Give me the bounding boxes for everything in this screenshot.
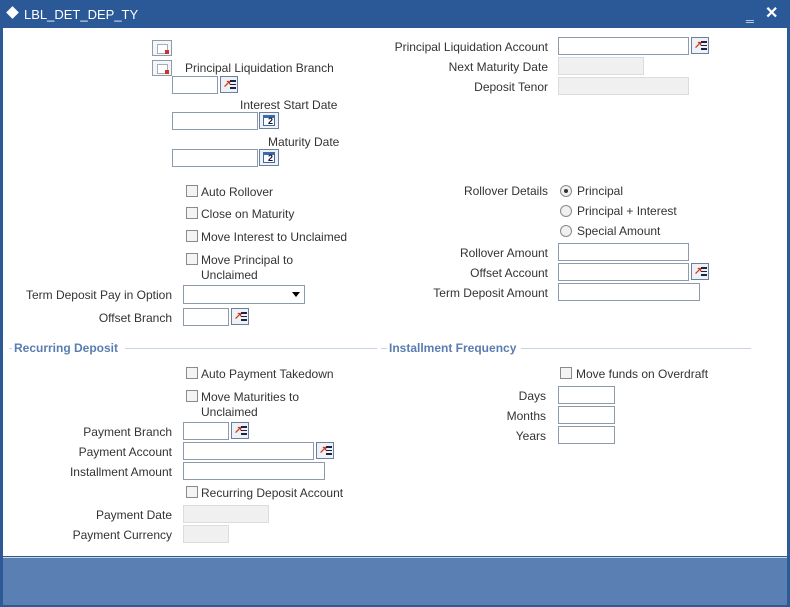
move-funds-on-overdraft-checkbox[interactable] xyxy=(560,367,572,379)
footer-bar xyxy=(3,557,787,605)
document-button-1[interactable] xyxy=(152,40,172,56)
close-icon[interactable]: ✕ xyxy=(765,3,778,23)
term-deposit-pay-in-option-select[interactable] xyxy=(183,285,305,304)
rollover-principal-interest-label: Principal + Interest xyxy=(577,204,677,218)
title-bar: LBL_DET_DEP_TY ‗ ✕ xyxy=(0,0,790,28)
recurring-deposit-account-label: Recurring Deposit Account xyxy=(201,486,344,500)
offset-branch-lov-icon[interactable]: ↗ xyxy=(231,308,249,325)
payment-branch-input[interactable] xyxy=(183,422,229,440)
principal-liquidation-branch-input[interactable] xyxy=(172,76,218,94)
installment-frequency-section-title: Installment Frequency xyxy=(389,341,517,355)
minimize-icon[interactable]: ‗ xyxy=(746,6,754,22)
rollover-details-label: Rollover Details xyxy=(463,184,548,198)
days-label: Days xyxy=(518,389,546,403)
move-maturities-unclaimed-label-line2: Unclaimed xyxy=(201,405,258,419)
rollover-principal-label: Principal xyxy=(577,184,624,198)
chevron-down-icon xyxy=(292,292,300,297)
close-on-maturity-label: Close on Maturity xyxy=(201,207,295,221)
payment-currency-input xyxy=(183,525,229,543)
maturity-date-input[interactable] xyxy=(172,149,258,167)
recurring-deposit-section-title: Recurring Deposit xyxy=(14,341,119,355)
months-input[interactable] xyxy=(558,406,615,424)
deposit-tenor-input xyxy=(558,77,689,95)
rollover-special-amount-label: Special Amount xyxy=(577,224,661,238)
principal-liquidation-branch-label: Principal Liquidation Branch xyxy=(185,61,334,75)
move-funds-on-overdraft-label: Move funds on Overdraft xyxy=(576,367,709,381)
section-divider xyxy=(9,348,12,349)
document-button-2[interactable] xyxy=(152,60,172,76)
term-deposit-amount-input[interactable] xyxy=(558,283,700,301)
maturity-date-label: Maturity Date xyxy=(268,135,340,149)
rollover-principal-radio[interactable] xyxy=(560,185,572,197)
move-interest-unclaimed-label: Move Interest to Unclaimed xyxy=(201,230,348,244)
rollover-special-amount-radio[interactable] xyxy=(560,225,572,237)
interest-start-date-calendar-icon[interactable]: 2 xyxy=(259,112,279,129)
auto-rollover-checkbox[interactable] xyxy=(186,185,198,197)
principal-liquidation-branch-lov-icon[interactable]: ↗ xyxy=(220,76,238,93)
term-deposit-amount-label: Term Deposit Amount xyxy=(433,286,548,300)
auto-payment-takedown-label: Auto Payment Takedown xyxy=(201,367,334,381)
payment-branch-label: Payment Branch xyxy=(83,425,172,439)
installment-amount-input[interactable] xyxy=(183,462,325,480)
payment-account-lov-icon[interactable]: ↗ xyxy=(316,442,334,459)
section-divider xyxy=(521,348,751,349)
days-input[interactable] xyxy=(558,386,615,404)
payment-account-label: Payment Account xyxy=(78,445,172,459)
offset-account-label: Offset Account xyxy=(470,266,548,280)
payment-date-input xyxy=(183,505,269,523)
section-divider xyxy=(381,348,387,349)
years-input[interactable] xyxy=(558,426,615,444)
form-content: Principal Liquidation Branch ↗ Interest … xyxy=(3,28,787,556)
move-maturities-unclaimed-label-line1: Move Maturities to xyxy=(201,390,300,404)
move-principal-unclaimed-label-line1: Move Principal to xyxy=(201,253,294,267)
deposit-tenor-label: Deposit Tenor xyxy=(474,80,548,94)
move-principal-unclaimed-label-line2: Unclaimed xyxy=(201,268,258,282)
principal-liquidation-account-input[interactable] xyxy=(558,37,689,55)
offset-account-lov-icon[interactable]: ↗ xyxy=(691,263,709,280)
window: LBL_DET_DEP_TY ‗ ✕ Principal Liquidation… xyxy=(0,0,790,607)
payment-branch-lov-icon[interactable]: ↗ xyxy=(231,422,249,439)
offset-branch-label: Offset Branch xyxy=(98,311,172,325)
maturity-date-calendar-icon[interactable]: 2 xyxy=(259,149,279,166)
rollover-amount-input[interactable] xyxy=(558,243,689,261)
months-label: Months xyxy=(506,409,546,423)
auto-payment-takedown-checkbox[interactable] xyxy=(186,367,198,379)
interest-start-date-input[interactable] xyxy=(172,112,258,130)
close-on-maturity-checkbox[interactable] xyxy=(186,207,198,219)
offset-branch-input[interactable] xyxy=(183,308,229,326)
window-diamond-icon xyxy=(6,6,19,19)
auto-rollover-label: Auto Rollover xyxy=(201,185,274,199)
recurring-deposit-account-checkbox[interactable] xyxy=(186,486,198,498)
principal-liquidation-account-label: Principal Liquidation Account xyxy=(394,40,548,54)
next-maturity-date-input xyxy=(558,57,644,75)
years-label: Years xyxy=(515,429,546,443)
window-title: LBL_DET_DEP_TY xyxy=(24,7,139,22)
section-divider xyxy=(125,348,377,349)
interest-start-date-label: Interest Start Date xyxy=(240,98,338,112)
move-principal-unclaimed-checkbox[interactable] xyxy=(186,253,198,265)
rollover-amount-label: Rollover Amount xyxy=(459,246,548,260)
payment-date-label: Payment Date xyxy=(95,508,172,522)
next-maturity-date-label: Next Maturity Date xyxy=(448,60,548,74)
payment-account-input[interactable] xyxy=(183,442,314,460)
installment-amount-label: Installment Amount xyxy=(69,465,172,479)
payment-currency-label: Payment Currency xyxy=(72,528,172,542)
term-deposit-pay-in-option-label: Term Deposit Pay in Option xyxy=(25,288,172,302)
principal-liquidation-account-lov-icon[interactable]: ↗ xyxy=(691,37,709,54)
move-maturities-unclaimed-checkbox[interactable] xyxy=(186,390,198,402)
offset-account-input[interactable] xyxy=(558,263,689,281)
rollover-principal-interest-radio[interactable] xyxy=(560,205,572,217)
move-interest-unclaimed-checkbox[interactable] xyxy=(186,230,198,242)
